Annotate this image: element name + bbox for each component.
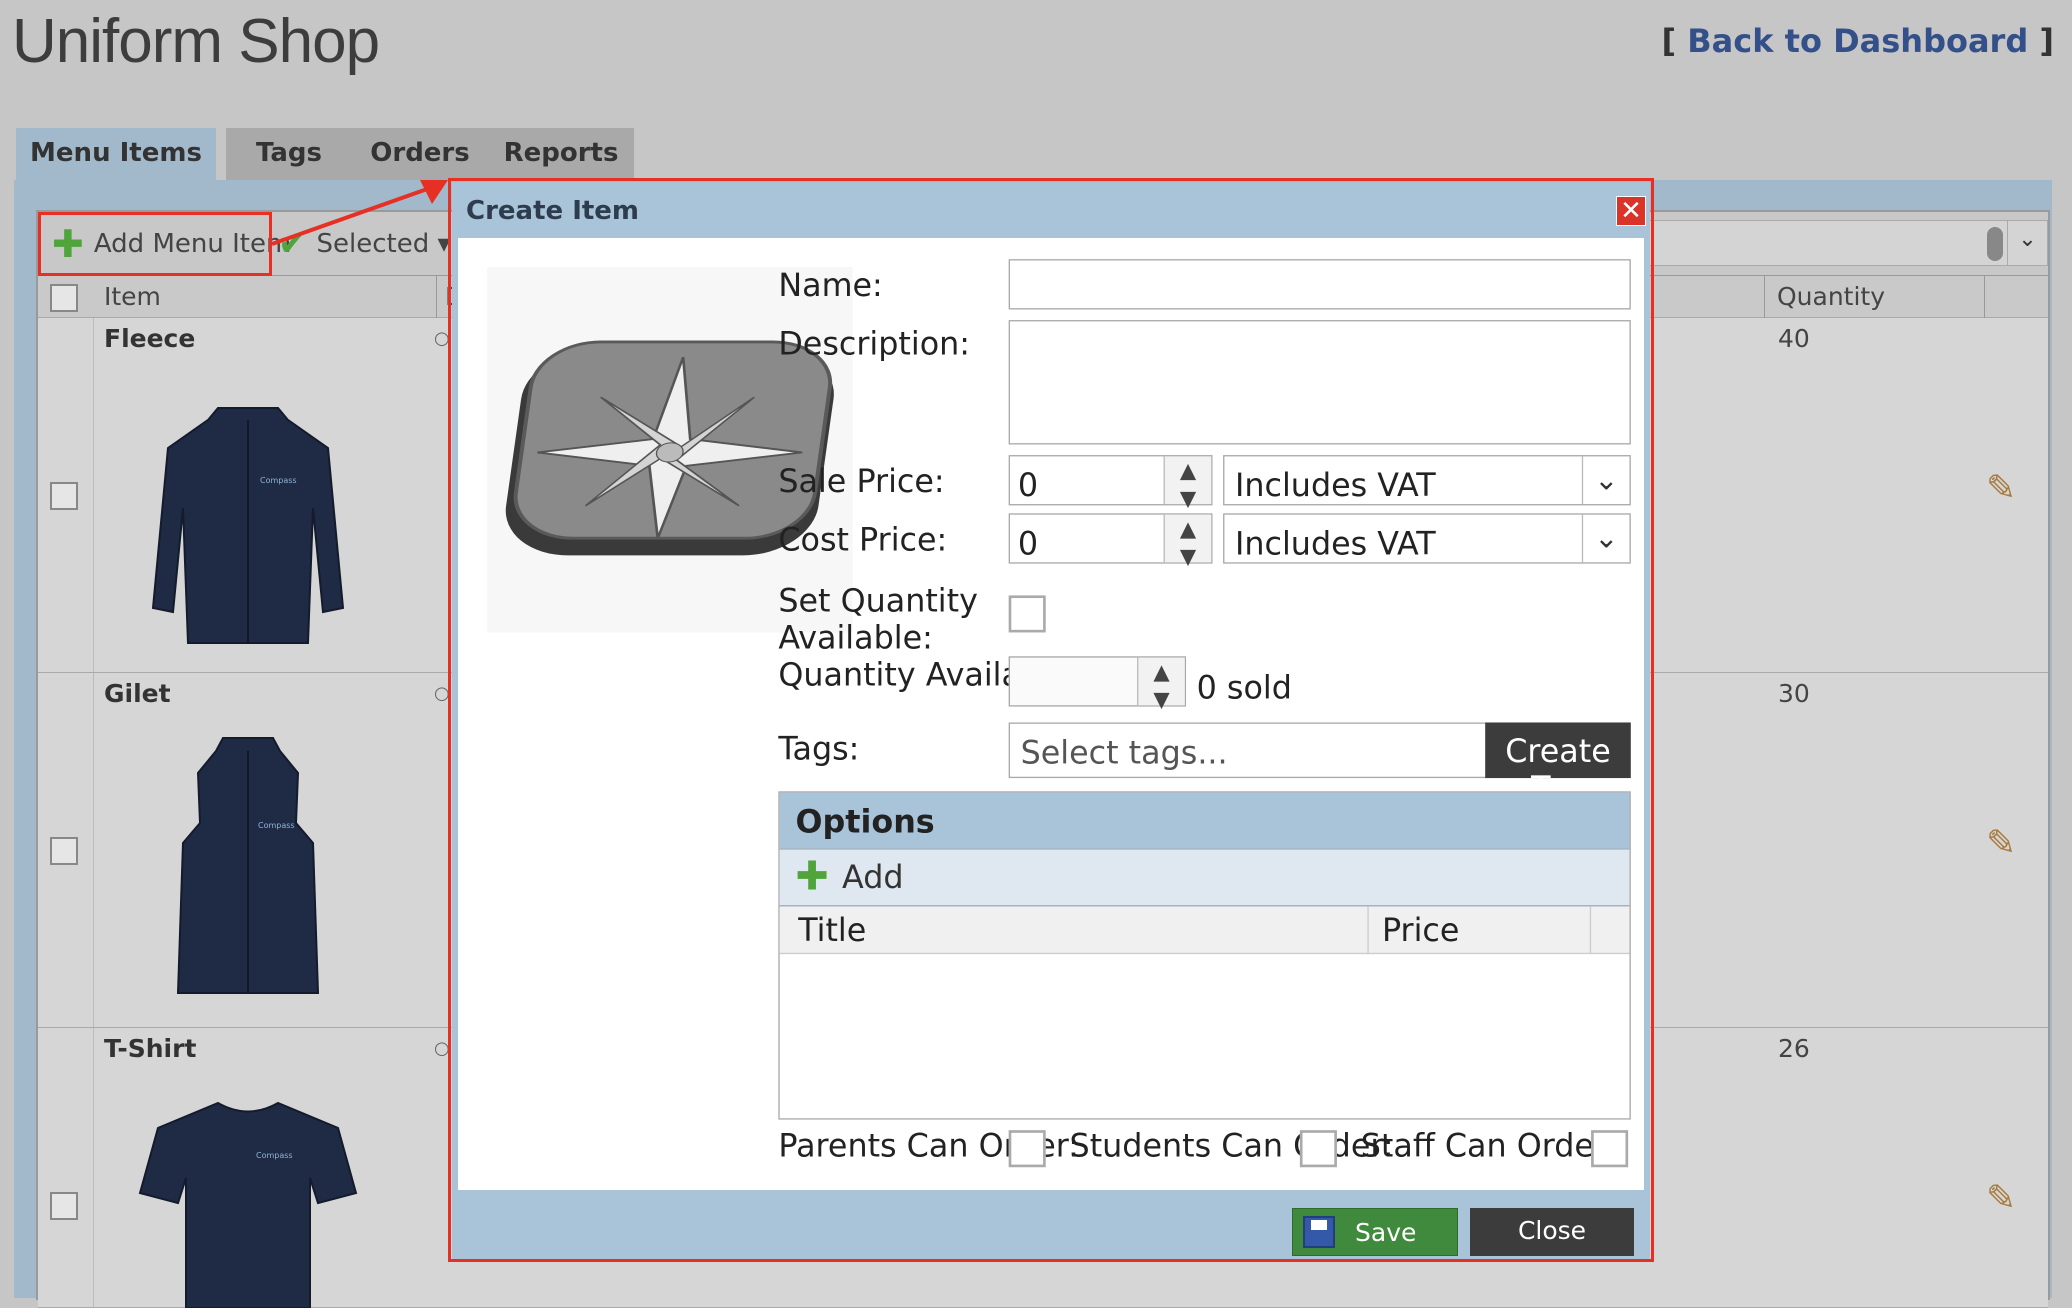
tab-reports[interactable]: Reports: [488, 128, 634, 184]
bracket-open: [: [1661, 22, 1677, 60]
row-select-cell: [38, 1028, 94, 1307]
item-name: Fleece: [104, 324, 196, 353]
item-name: T-Shirt: [104, 1034, 197, 1063]
svg-text:Compass: Compass: [260, 476, 297, 485]
row-checkbox[interactable]: [50, 837, 78, 865]
row-checkbox[interactable]: [50, 482, 78, 510]
filter-select[interactable]: ⌄: [1628, 220, 2048, 266]
annotation-arrow: [271, 180, 448, 246]
pencil-icon[interactable]: ✎: [1986, 1178, 2016, 1219]
column-item[interactable]: Item: [104, 282, 161, 311]
chevron-down-icon[interactable]: ⌄: [2007, 221, 2047, 265]
column-actions: [1984, 276, 1985, 318]
pencil-icon[interactable]: ✎: [1986, 468, 2016, 509]
item-quantity: 26: [1778, 1034, 1810, 1063]
svg-text:Compass: Compass: [256, 1151, 293, 1160]
highlight-box-add-button: [38, 212, 272, 276]
gilet-image: Compass: [176, 737, 320, 994]
back-to-dashboard: [ Back to Dashboard ]: [1662, 22, 2054, 60]
scroll-handle: [1987, 227, 2003, 261]
row-checkbox[interactable]: [50, 1192, 78, 1220]
item-quantity: 30: [1778, 679, 1810, 708]
svg-text:Compass: Compass: [258, 821, 295, 830]
tshirt-image: Compass: [138, 1101, 358, 1308]
fleece-image: Compass: [151, 407, 345, 644]
select-all-checkbox[interactable]: [50, 284, 78, 312]
item-quantity: 40: [1778, 324, 1810, 353]
tab-menu-items[interactable]: Menu Items: [16, 128, 216, 184]
bracket-close: ]: [2039, 22, 2054, 60]
back-to-dashboard-link[interactable]: Back to Dashboard: [1687, 22, 2028, 60]
column-quantity[interactable]: Quantity: [1764, 276, 1885, 318]
pencil-icon[interactable]: ✎: [1986, 823, 2016, 864]
item-name: Gilet: [104, 679, 171, 708]
highlight-box-dialog: [448, 178, 1654, 1262]
page-title: Uniform Shop: [12, 7, 380, 76]
